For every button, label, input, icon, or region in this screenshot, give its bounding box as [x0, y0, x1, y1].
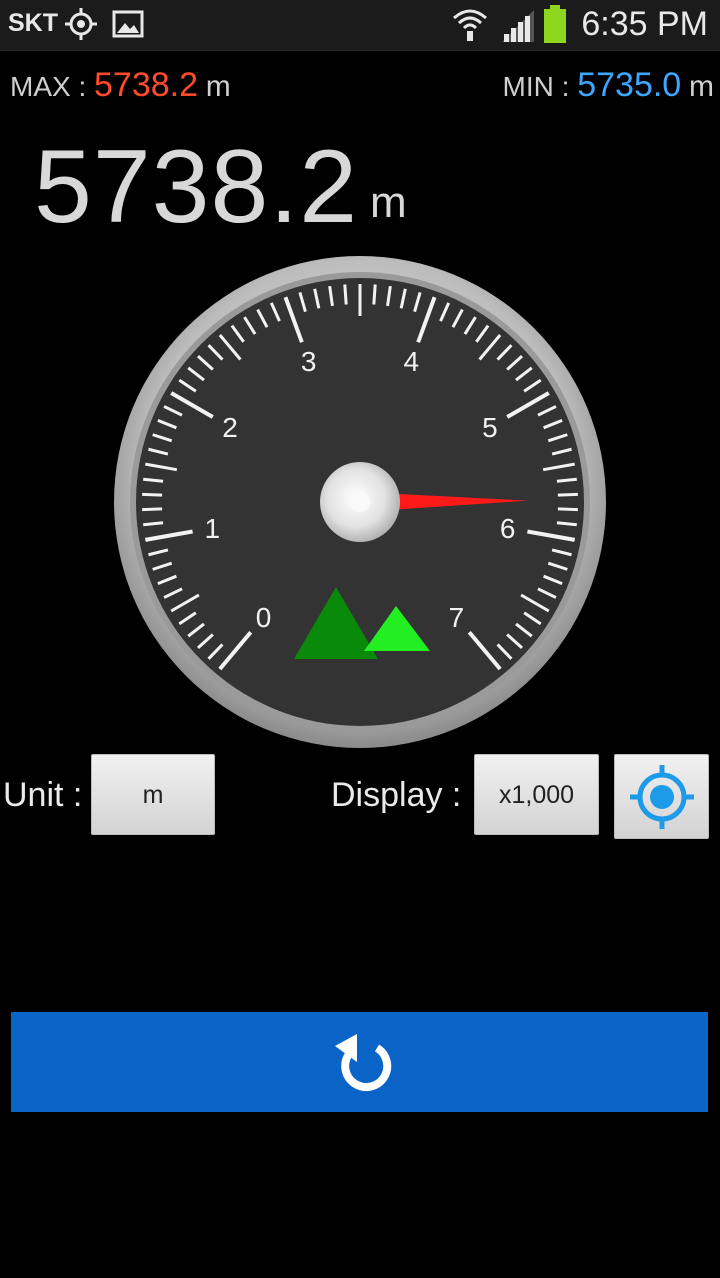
locate-button[interactable]	[614, 754, 709, 839]
refresh-icon	[335, 1034, 392, 1091]
current-unit: m	[370, 178, 407, 227]
max-label: MAX :	[10, 71, 87, 102]
gauge-minor-tick	[372, 284, 377, 305]
carrier-label: SKT	[8, 9, 58, 37]
unit-label: Unit :	[3, 776, 83, 814]
reset-button[interactable]	[11, 1012, 708, 1112]
max-reading: MAX : 5738.2 m	[10, 66, 231, 105]
gauge-minor-tick	[557, 507, 578, 512]
battery-icon	[544, 5, 566, 43]
gps-icon	[65, 8, 97, 40]
gauge-minor-tick	[556, 521, 577, 527]
altimeter-gauge: 0 1 2 3 4 5 6 7	[114, 256, 606, 748]
display-scale-button[interactable]: x1,000	[474, 754, 599, 835]
wifi-icon	[453, 9, 487, 41]
current-altitude: 5738.2	[34, 129, 359, 245]
image-icon	[112, 10, 144, 38]
gauge-minor-tick	[142, 507, 163, 512]
gauge-minor-tick	[143, 521, 164, 527]
gauge-label-5: 5	[482, 412, 498, 443]
crosshair-icon	[630, 765, 694, 829]
min-label: MIN :	[502, 71, 570, 102]
gauge-minor-tick	[556, 477, 577, 483]
gauge-label-3: 3	[301, 346, 317, 377]
unit-button[interactable]: m	[91, 754, 215, 835]
clock: 6:35 PM	[581, 5, 708, 43]
gauge-label-1: 1	[204, 513, 220, 544]
max-value: 5738.2	[94, 66, 199, 104]
gauge-minor-tick	[343, 284, 348, 305]
gauge-minor-tick	[143, 477, 164, 483]
signal-icon	[502, 10, 534, 42]
min-value: 5735.0	[577, 66, 682, 104]
gauge-label-7: 7	[449, 602, 465, 633]
display-label: Display :	[331, 776, 462, 814]
gauge-label-6: 6	[500, 513, 516, 544]
min-reading: MIN : 5735.0 m	[503, 66, 714, 105]
gauge-hub-center	[350, 492, 370, 512]
gauge-label-0: 0	[256, 602, 272, 633]
status-bar: SKT 6:35 PM	[0, 0, 720, 51]
gauge-minor-tick	[142, 492, 163, 497]
gauge-label-4: 4	[404, 346, 420, 377]
gauge-minor-tick	[557, 492, 578, 497]
max-unit: m	[205, 70, 231, 103]
min-unit: m	[689, 70, 714, 103]
gauge-label-2: 2	[222, 412, 238, 443]
